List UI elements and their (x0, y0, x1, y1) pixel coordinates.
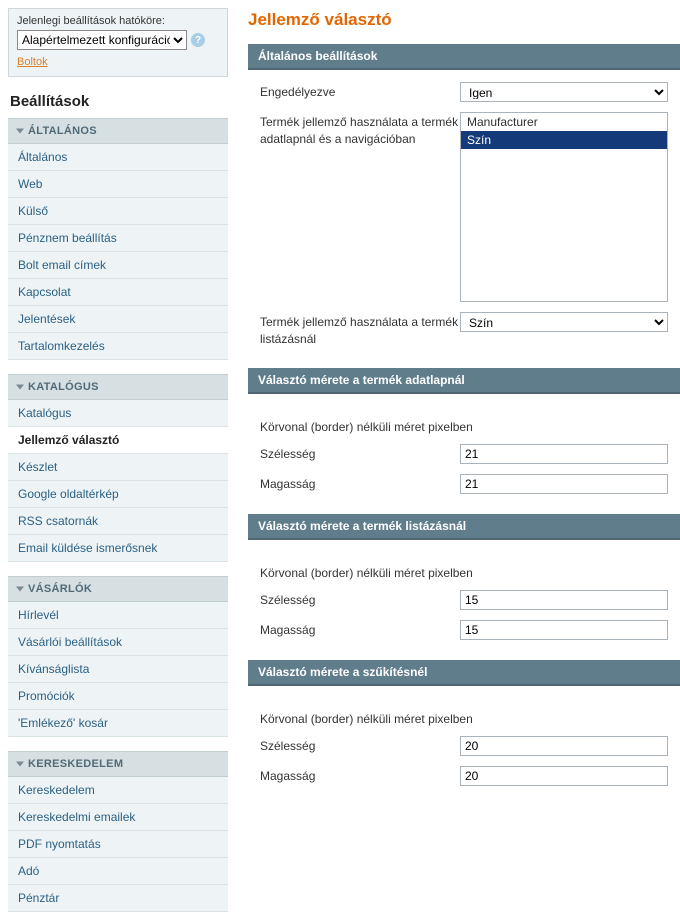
nav-item[interactable]: Adó (8, 858, 228, 885)
nav-group-general[interactable]: ÁLTALÁNOS (8, 118, 228, 144)
input-width-filter[interactable] (460, 736, 668, 756)
label-width-filter: Szélesség (260, 736, 460, 755)
label-width-product: Szélesség (260, 444, 460, 463)
nav-item[interactable]: 'Emlékező' kosár (8, 710, 228, 737)
nav-item[interactable]: Web (8, 171, 228, 198)
label-width-listing: Szélesség (260, 590, 460, 609)
nav-item[interactable]: Kereskedelmi emailek (8, 804, 228, 831)
nav-item[interactable]: PDF nyomtatás (8, 831, 228, 858)
nav-group-customers[interactable]: VÁSÁRLÓK (8, 576, 228, 602)
sidebar-title: Beállítások (10, 93, 228, 110)
page-title: Jellemző választó (248, 10, 680, 30)
nav-item[interactable]: Jelentések (8, 306, 228, 333)
input-height-listing[interactable] (460, 620, 668, 640)
section-header-size-listing[interactable]: Választó mérete a termék listázásnál (248, 514, 680, 540)
label-height-product: Magasság (260, 474, 460, 493)
nav-item[interactable]: Katalógus (8, 400, 228, 427)
scope-box: Jelenlegi beállítások hatóköre: Alapérte… (8, 8, 228, 77)
label-height-filter: Magasság (260, 766, 460, 785)
nav-item[interactable]: Kereskedelem (8, 777, 228, 804)
scope-select[interactable]: Alapértelmezett konfiguráció (17, 30, 187, 50)
note-size-filter: Körvonal (border) nélküli méret pixelben (260, 712, 668, 726)
scope-label: Jelenlegi beállítások hatóköre: (17, 15, 219, 27)
section-header-size-product[interactable]: Választó mérete a termék adatlapnál (248, 368, 680, 394)
section-header-general[interactable]: Általános beállítások (248, 44, 680, 70)
multiselect-option-selected[interactable]: Szín (461, 131, 667, 149)
note-size-product: Körvonal (border) nélküli méret pixelben (260, 420, 668, 434)
stores-link[interactable]: Boltok (17, 56, 48, 68)
help-icon[interactable]: ? (191, 33, 205, 47)
select-attr-list[interactable]: Szín (460, 312, 668, 332)
nav-item[interactable]: Bolt email címek (8, 252, 228, 279)
nav-item[interactable]: Tartalomkezelés (8, 333, 228, 360)
select-enabled[interactable]: Igen (460, 82, 668, 102)
input-width-product[interactable] (460, 444, 668, 464)
nav-item[interactable]: Google oldaltérkép (8, 481, 228, 508)
nav-item-active[interactable]: Jellemző választó (8, 427, 228, 454)
input-width-listing[interactable] (460, 590, 668, 610)
nav-item[interactable]: RSS csatornák (8, 508, 228, 535)
label-attr-use: Termék jellemző használata a termék adat… (260, 112, 460, 148)
nav-item[interactable]: Készlet (8, 454, 228, 481)
nav-item[interactable]: Hírlevél (8, 602, 228, 629)
input-height-filter[interactable] (460, 766, 668, 786)
nav-item[interactable]: Vásárlói beállítások (8, 629, 228, 656)
label-attr-list: Termék jellemző használata a termék list… (260, 312, 460, 348)
label-height-listing: Magasság (260, 620, 460, 639)
nav-item[interactable]: Külső (8, 198, 228, 225)
nav-group-catalog[interactable]: KATALÓGUS (8, 374, 228, 400)
nav-item[interactable]: Email küldése ismerősnek (8, 535, 228, 562)
nav-item[interactable]: Pénznem beállítás (8, 225, 228, 252)
nav-group-sales[interactable]: KERESKEDELEM (8, 751, 228, 777)
multiselect-attributes[interactable]: Manufacturer Szín (460, 112, 668, 302)
nav-item[interactable]: Általános (8, 144, 228, 171)
multiselect-option[interactable]: Manufacturer (461, 113, 667, 131)
section-header-size-filter[interactable]: Választó mérete a szűkítésnél (248, 660, 680, 686)
nav-item[interactable]: Pénztár (8, 885, 228, 912)
nav-item[interactable]: Promóciók (8, 683, 228, 710)
nav-item[interactable]: Kapcsolat (8, 279, 228, 306)
input-height-product[interactable] (460, 474, 668, 494)
nav-item[interactable]: Kívánságlista (8, 656, 228, 683)
note-size-listing: Körvonal (border) nélküli méret pixelben (260, 566, 668, 580)
label-enabled: Engedélyezve (260, 82, 460, 101)
